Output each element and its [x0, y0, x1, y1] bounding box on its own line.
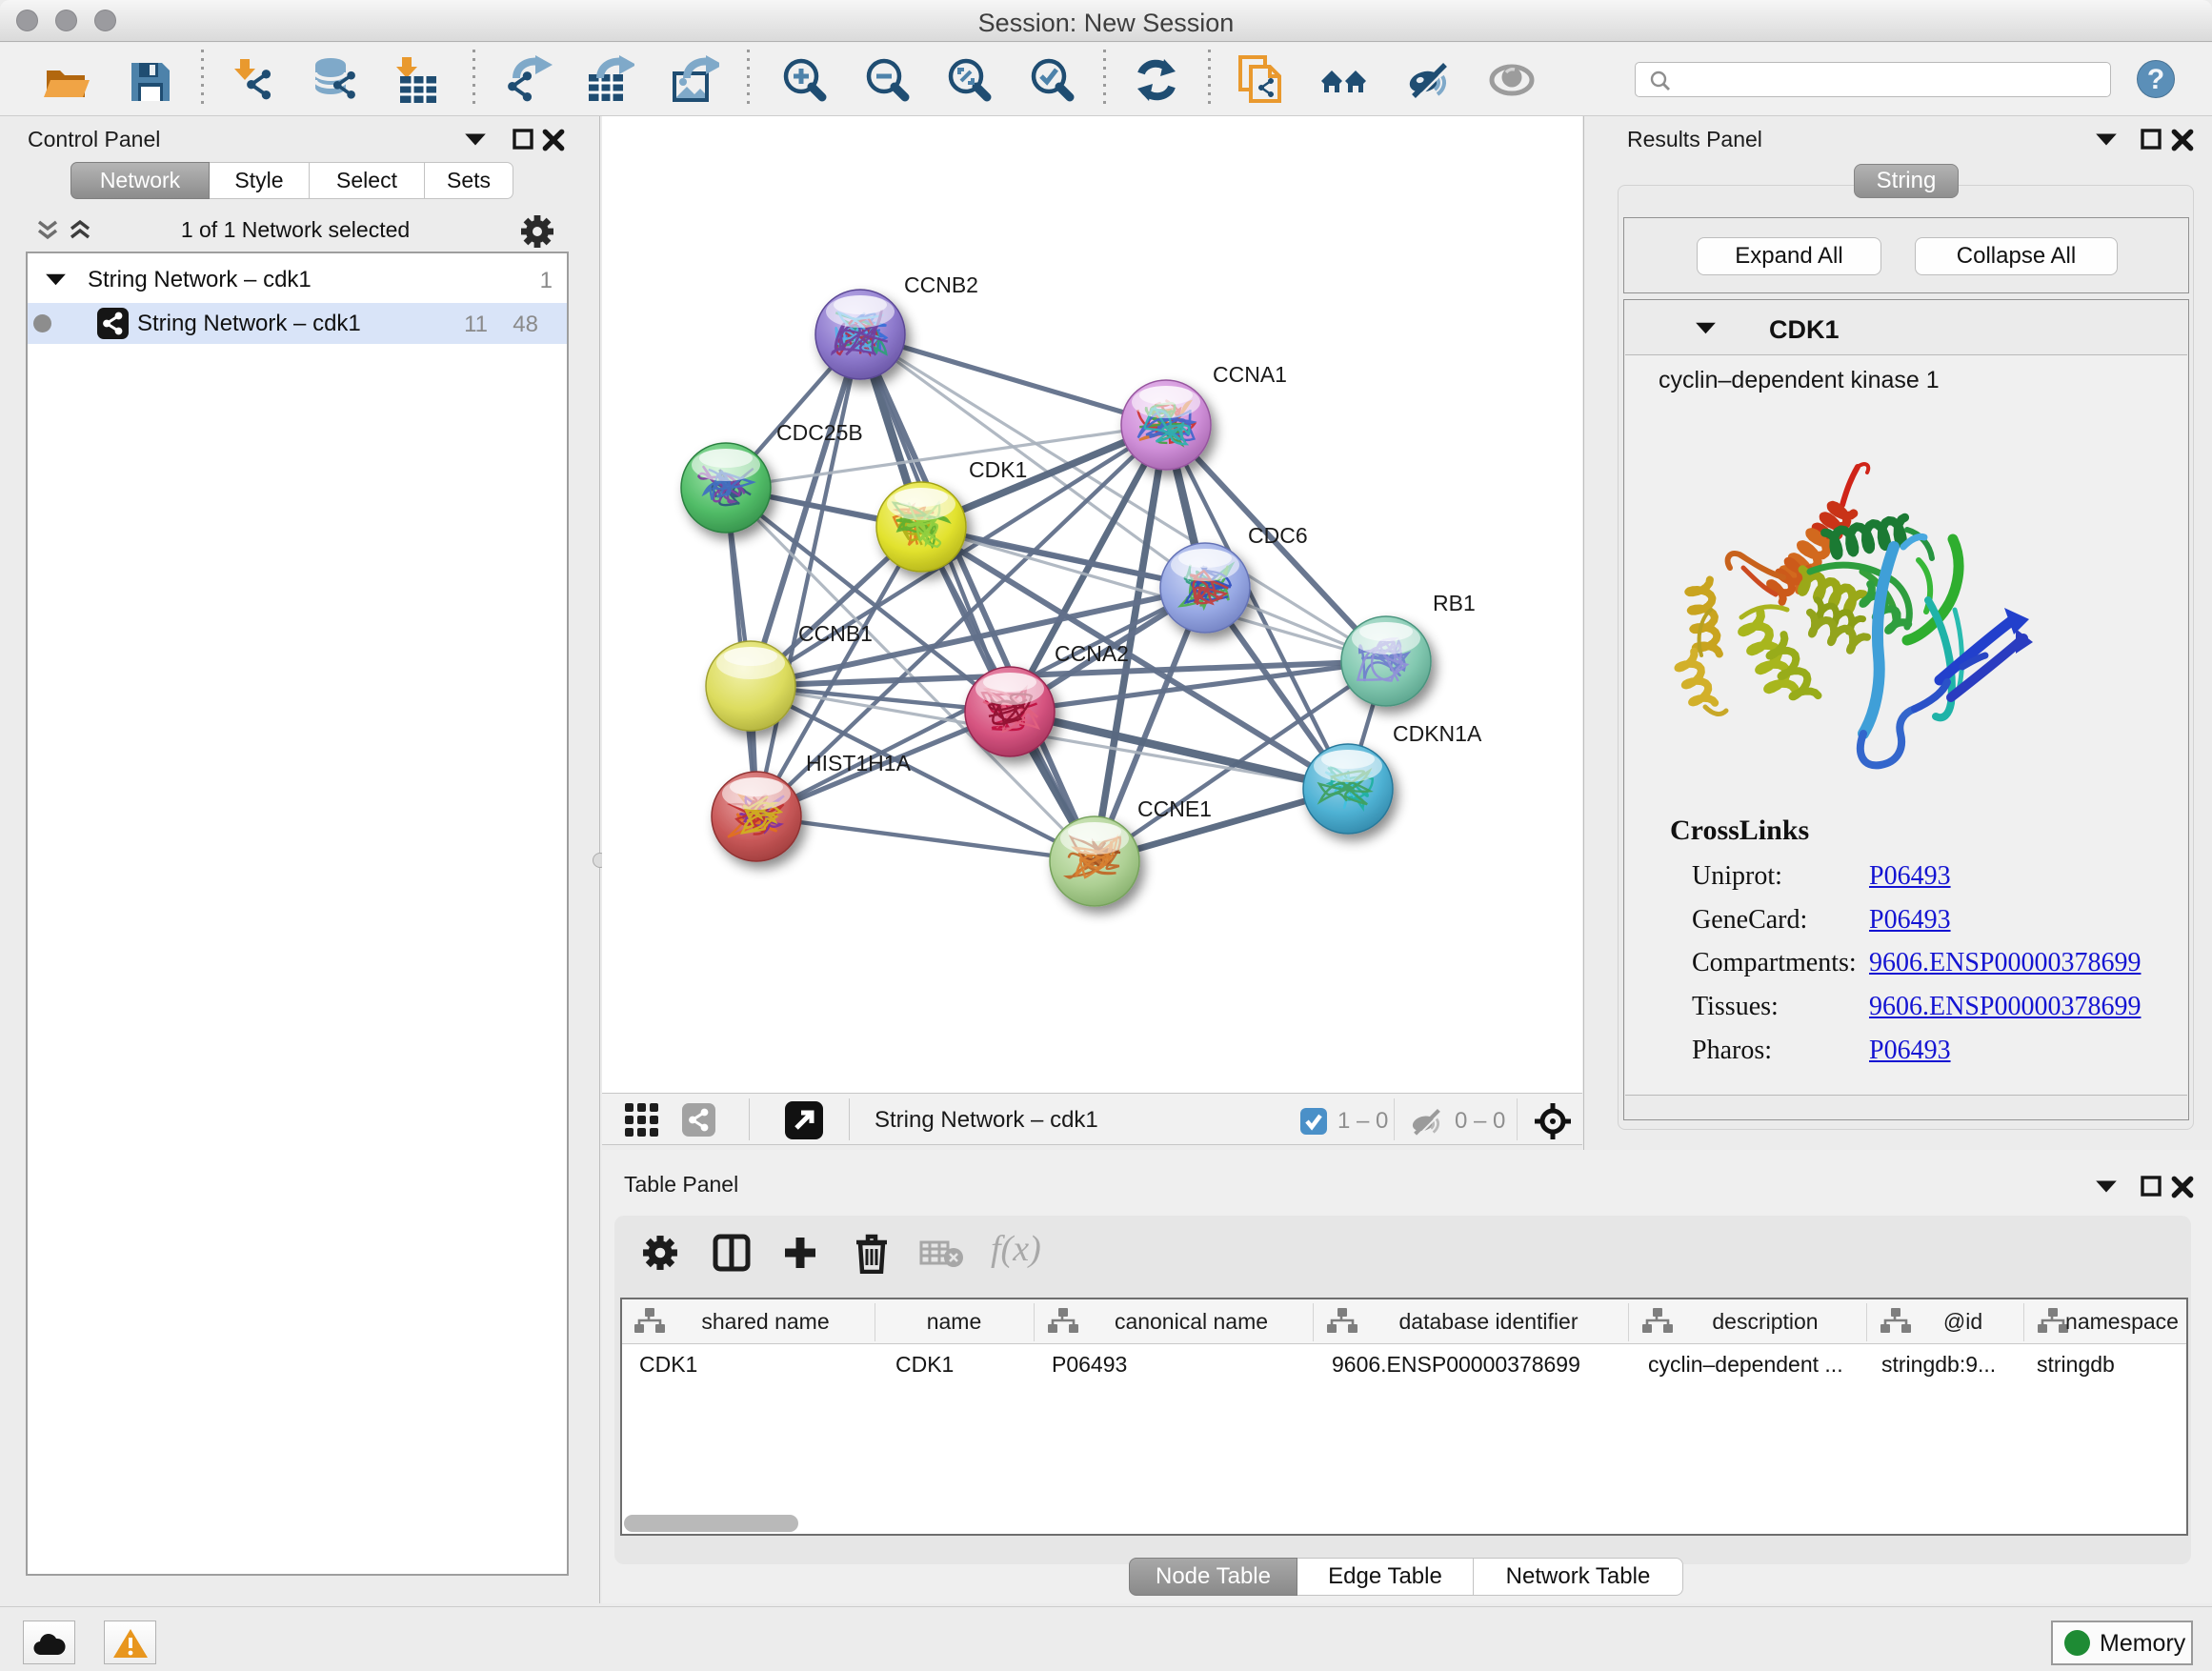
svg-text:CCNA1: CCNA1 [1213, 362, 1287, 387]
svg-text:CDK1: CDK1 [969, 457, 1027, 482]
svg-text:CDKN1A: CDKN1A [1393, 721, 1482, 746]
svg-text:CCNE1: CCNE1 [1137, 796, 1212, 821]
svg-text:CCNB1: CCNB1 [798, 621, 873, 646]
svg-text:CCNA2: CCNA2 [1055, 641, 1129, 666]
svg-text:CDC6: CDC6 [1248, 523, 1308, 548]
svg-text:CDC25B: CDC25B [776, 420, 863, 445]
svg-text:HIST1H1A: HIST1H1A [806, 751, 912, 775]
svg-text:RB1: RB1 [1433, 591, 1476, 615]
svg-text:CCNB2: CCNB2 [904, 272, 978, 297]
